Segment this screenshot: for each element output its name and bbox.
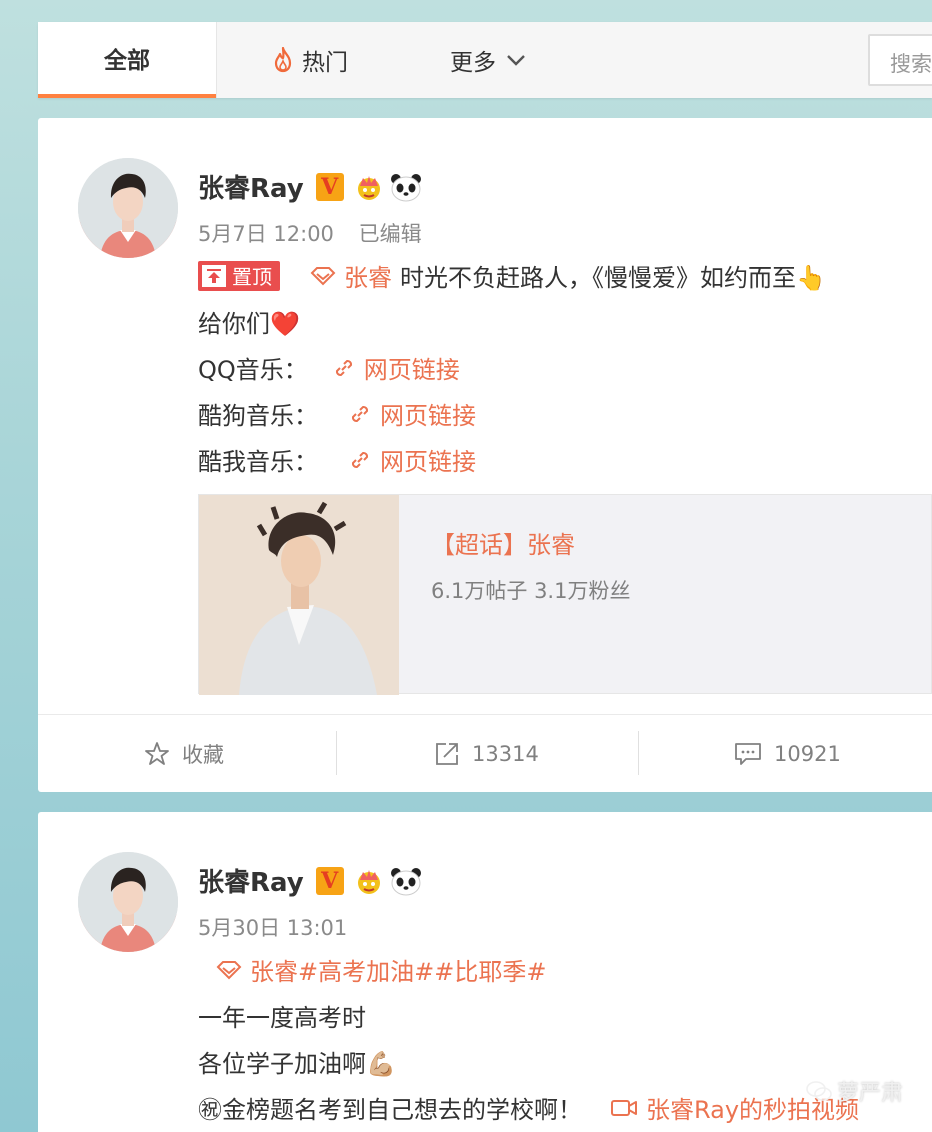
music-platform-label: 酷我音乐： [198, 448, 318, 476]
verified-badge-icon: V [315, 172, 344, 201]
web-link-label: 网页链接 [380, 402, 476, 430]
supertopic-photo [199, 495, 399, 695]
supertopic-link[interactable]: 张睿 [310, 258, 392, 293]
chevron-down-icon [507, 55, 525, 66]
post-text-line: 给你们❤️ [198, 304, 300, 339]
web-link[interactable]: 网页链接 [348, 442, 476, 477]
tab-hot[interactable]: 热门 [260, 22, 360, 98]
tab-hot-label: 热门 [302, 50, 348, 76]
tab-all[interactable]: 全部 [38, 22, 216, 98]
post-time[interactable]: 5月7日 12:00 [198, 222, 334, 246]
tab-divider [216, 22, 217, 98]
diamond-icon [216, 960, 242, 979]
avatar-portrait [78, 852, 178, 952]
pin-up-icon [202, 264, 226, 287]
post-text: 时光不负赶路人，《慢慢爱》如约而至👆 [400, 264, 826, 292]
post-text: 一年一度高考时 [198, 1004, 366, 1032]
avatar-portrait [78, 158, 178, 258]
supertopic-stats: 6.1万帖子 3.1万粉丝 [431, 579, 631, 603]
repost-count: 13314 [472, 742, 539, 766]
post-meta: 5月7日 12:00 已编辑 [198, 218, 422, 248]
author-name[interactable]: 张睿Ray V [198, 168, 422, 205]
pinned-badge: 置顶 [198, 260, 280, 291]
post-card: 张睿Ray V 5月30日 13:01 张睿#高考加油##比耶季# 一年一度高考… [38, 812, 932, 1132]
tab-all-label: 全部 [104, 48, 150, 74]
post-text: 各位学子加油啊💪🏼 [198, 1050, 396, 1078]
comment-button[interactable]: 10921 [734, 715, 841, 793]
tab-more[interactable]: 更多 [438, 22, 538, 98]
supertopic-title: 【超话】张睿 [431, 531, 575, 559]
panda-icon [390, 867, 421, 895]
avatar[interactable] [78, 158, 178, 258]
star-icon [145, 742, 169, 765]
supertopic-card[interactable]: 【超话】张睿 6.1万帖子 3.1万粉丝 [198, 494, 932, 695]
flame-icon [274, 47, 292, 73]
post-time[interactable]: 5月30日 13:01 [198, 916, 347, 940]
post-card: 张睿Ray V 5月7日 12:00 已编辑 置顶 张睿 时光不负赶路人，《慢慢… [38, 118, 932, 792]
avatar[interactable] [78, 852, 178, 952]
panda-icon [390, 173, 421, 201]
music-platform-label: 酷狗音乐： [198, 402, 318, 430]
post-text-line: 各位学子加油啊💪🏼 [198, 1044, 396, 1079]
search-placeholder: 搜索 [890, 52, 932, 76]
tab-more-label: 更多 [450, 50, 496, 76]
hashtag-text: 张睿#高考加油##比耶季# [250, 958, 547, 986]
pinned-label: 置顶 [232, 265, 272, 289]
post-text-line: 一年一度高考时 [198, 998, 366, 1033]
web-link[interactable]: 网页链接 [332, 350, 460, 385]
author-name-text: 张睿Ray [198, 174, 304, 204]
action-divider [336, 731, 337, 775]
music-link-row: 酷狗音乐： 网页链接 [198, 396, 476, 431]
web-link-label: 网页链接 [363, 356, 460, 384]
post-text: ㊗金榜题名考到自己想去的学校啊！ [198, 1096, 582, 1124]
supertopic-link[interactable]: 张睿#高考加油##比耶季# [216, 952, 546, 987]
repost-button[interactable]: 13314 [434, 715, 539, 793]
web-link[interactable]: 网页链接 [348, 396, 476, 431]
action-divider [638, 731, 639, 775]
search-input[interactable]: 搜索 [868, 34, 932, 86]
feed-tab-bar: 全部 热门 更多 搜索 [38, 22, 932, 98]
author-name[interactable]: 张睿Ray V [198, 862, 422, 899]
crown-icon [357, 869, 380, 894]
video-camera-icon [611, 1099, 637, 1116]
music-link-row: QQ音乐： 网页链接 [198, 350, 460, 385]
post-text-line: 置顶 张睿 时光不负赶路人，《慢慢爱》如约而至👆 [198, 258, 826, 293]
web-link-label: 网页链接 [380, 448, 476, 476]
diamond-icon [310, 266, 336, 285]
wechat-icon [806, 1081, 832, 1101]
music-platform-label: QQ音乐： [198, 356, 308, 384]
favorite-button[interactable]: 收藏 [144, 715, 224, 793]
link-icon [335, 359, 352, 376]
supertopic-label: 张睿 [344, 264, 392, 292]
watermark-text: 萝严肃 [837, 1081, 904, 1106]
link-icon [351, 405, 369, 422]
watermark: 萝严肃 [805, 1075, 903, 1107]
repost-icon [436, 743, 458, 765]
post-text: 给你们❤️ [198, 310, 300, 338]
post-text-line: ㊗金榜题名考到自己想去的学校啊！ 张睿Ray的秒拍视频 [198, 1090, 859, 1125]
favorite-label: 收藏 [182, 743, 224, 767]
verified-badge-icon: V [315, 866, 344, 895]
edited-label: 已编辑 [358, 222, 422, 246]
post-meta: 5月30日 13:01 [198, 912, 347, 942]
crown-icon [357, 175, 380, 200]
post-text-line: 张睿#高考加油##比耶季# [216, 952, 546, 987]
music-link-row: 酷我音乐： 网页链接 [198, 442, 476, 477]
post-actions: 收藏 13314 10921 [38, 714, 932, 792]
comment-count: 10921 [774, 742, 841, 766]
author-name-text: 张睿Ray [198, 868, 304, 898]
link-icon [351, 451, 369, 468]
comment-icon [735, 743, 761, 765]
